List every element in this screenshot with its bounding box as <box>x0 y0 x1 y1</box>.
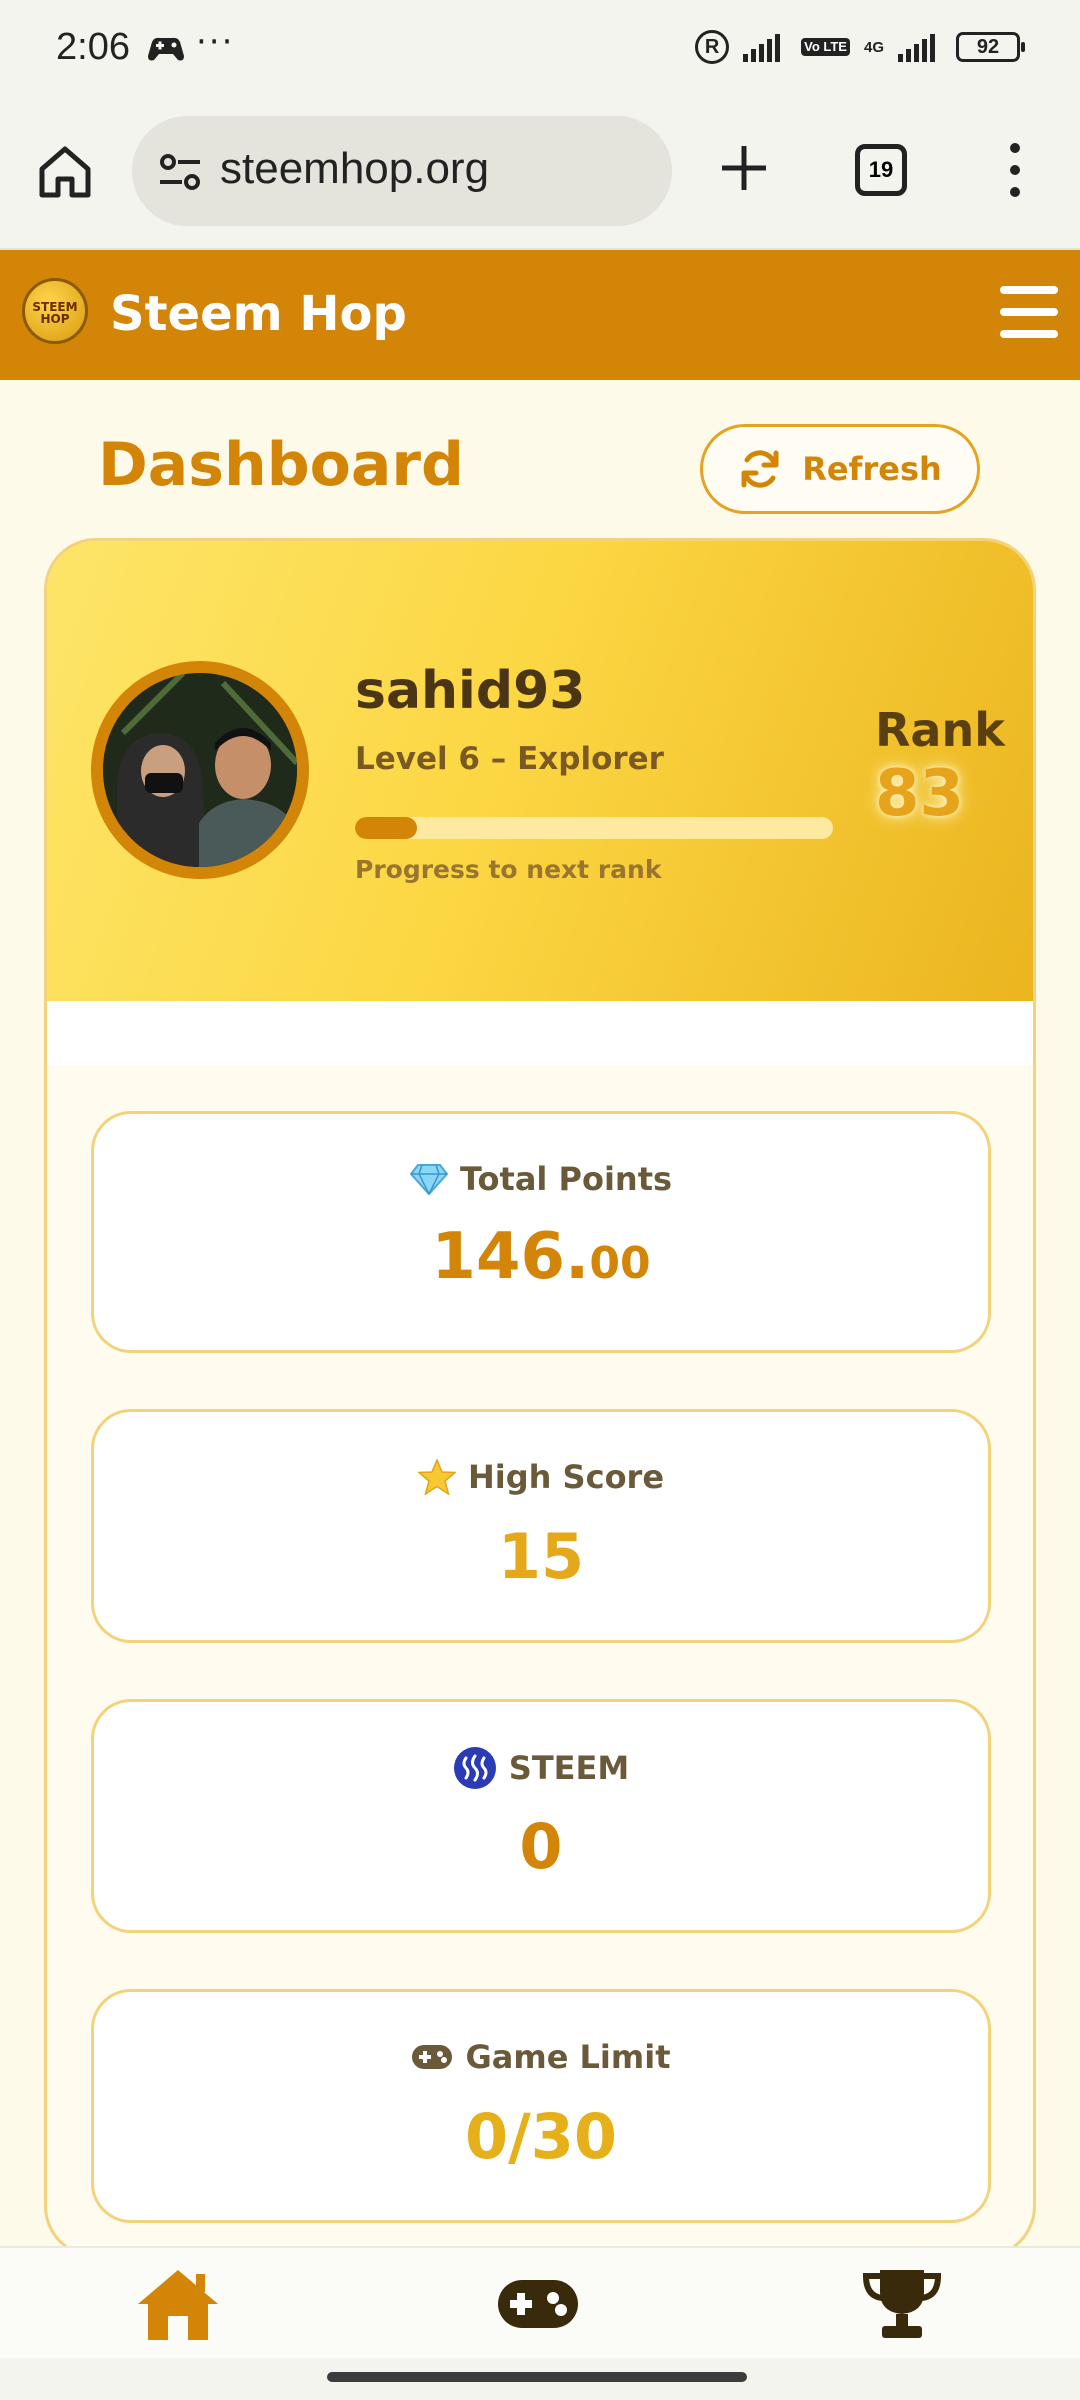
new-tab-icon[interactable] <box>716 140 772 196</box>
rank-value: 83 <box>875 757 965 831</box>
page-title: Dashboard <box>98 430 464 500</box>
stat-header: Total Points <box>94 1160 988 1198</box>
total-points-decimals: 00 <box>589 1238 651 1289</box>
volte-badge: Vo LTE <box>801 38 850 56</box>
logo-text: STEEM HOP <box>32 300 78 326</box>
stat-label: STEEM <box>508 1749 630 1787</box>
rank-progress-fill <box>355 817 418 839</box>
avatar-photo <box>103 673 297 867</box>
app-header: STEEM HOP Steem Hop <box>0 250 1080 380</box>
browser-toolbar: steemhop.org 19 <box>0 100 1080 250</box>
stat-header: High Score <box>94 1458 988 1496</box>
status-bar: 2:06 ··· R Vo LTE 4G 92 <box>0 0 1080 100</box>
gesture-handle[interactable] <box>327 2372 747 2382</box>
progress-label: Progress to next rank <box>355 855 662 884</box>
username: sahid93 <box>355 661 586 721</box>
browser-home-icon[interactable] <box>36 143 94 201</box>
status-indicators: R Vo LTE 4G 92 <box>695 30 1025 64</box>
tab-switcher-button[interactable]: 19 <box>855 144 907 196</box>
trophy-icon[interactable] <box>860 2266 944 2342</box>
stat-label: Game Limit <box>465 2038 671 2076</box>
steem-value: 0 <box>519 1810 563 1883</box>
stat-header: STEEM <box>94 1746 988 1790</box>
bottom-navigation <box>0 2246 1080 2358</box>
gamepad-icon <box>412 2045 453 2069</box>
browser-menu-icon[interactable] <box>1000 140 1030 200</box>
game-limit-value: 0/30 <box>464 2100 618 2173</box>
hamburger-menu-icon[interactable] <box>1000 286 1058 338</box>
high-score-value: 15 <box>497 1520 585 1593</box>
stat-label: Total Points <box>459 1160 673 1198</box>
gamepad-nav-icon[interactable] <box>496 2266 580 2342</box>
status-time: 2:06 <box>56 26 130 68</box>
stat-card-high-score: High Score 15 <box>91 1409 991 1643</box>
stat-header: Game Limit <box>94 2038 988 2076</box>
home-icon[interactable] <box>136 2266 220 2342</box>
stat-card-game-limit: Game Limit 0/30 <box>91 1989 991 2223</box>
refresh-icon <box>741 450 779 488</box>
game-controller-icon <box>148 37 184 61</box>
star-icon <box>417 1459 456 1495</box>
stat-value: 146.00 <box>94 1220 988 1294</box>
refresh-button[interactable]: Refresh <box>700 424 980 514</box>
url-bar[interactable]: steemhop.org <box>132 116 672 226</box>
rank-label: Rank <box>875 703 1005 757</box>
registered-icon: R <box>695 30 730 64</box>
refresh-label: Refresh <box>802 450 942 488</box>
system-gesture-bar <box>0 2358 1080 2400</box>
app-title[interactable]: Steem Hop <box>110 286 407 342</box>
diamond-icon <box>409 1164 448 1195</box>
profile-section: sahid93 Level 6 – Explorer Progress to n… <box>47 541 1033 1001</box>
dashboard-card: sahid93 Level 6 – Explorer Progress to n… <box>44 538 1036 2258</box>
rank-progress-bar <box>355 817 833 839</box>
stat-card-total-points: Total Points 146.00 <box>91 1111 991 1353</box>
steem-icon <box>453 1747 496 1789</box>
section-divider <box>47 1001 1033 1065</box>
avatar[interactable] <box>91 661 309 879</box>
network-type: 4G <box>863 38 884 56</box>
total-points-integer: 146. <box>431 1220 590 1294</box>
stat-label: High Score <box>467 1458 665 1496</box>
stat-card-steem: STEEM 0 <box>91 1699 991 1933</box>
level-text: Level 6 – Explorer <box>355 741 664 777</box>
status-more-dots: ··· <box>196 22 235 62</box>
site-settings-icon[interactable] <box>158 152 202 192</box>
url-text[interactable]: steemhop.org <box>220 144 489 194</box>
signal-icon-2 <box>898 34 935 62</box>
app-logo[interactable]: STEEM HOP <box>22 278 88 344</box>
battery-icon: 92 <box>956 32 1025 62</box>
signal-icon <box>743 34 781 62</box>
